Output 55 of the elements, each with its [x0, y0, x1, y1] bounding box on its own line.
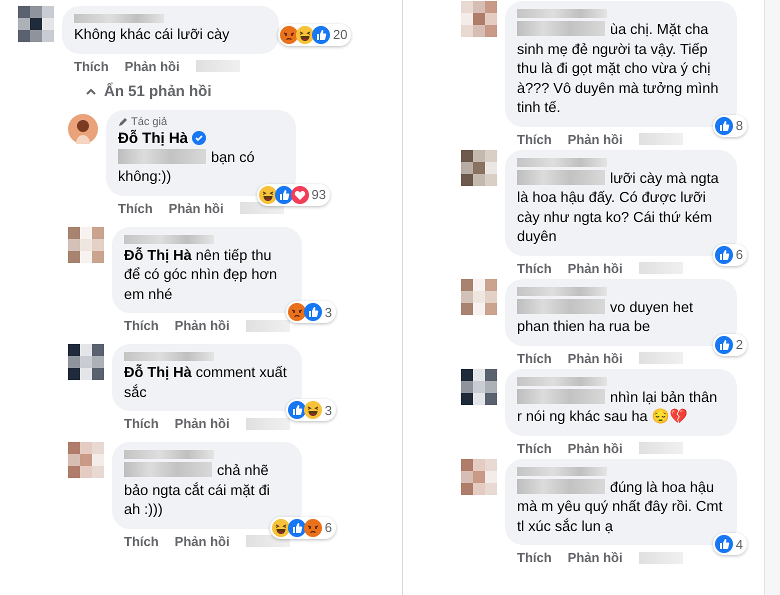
blurred-timestamp [638, 552, 683, 564]
comment-action-link[interactable]: Phản hồi [568, 260, 623, 276]
reaction-summary[interactable]: 3 [286, 301, 336, 323]
comment-action-link[interactable]: Phản hồi [174, 318, 230, 333]
blurred-avatar[interactable] [18, 6, 54, 42]
blurred-timestamp [196, 60, 240, 72]
comment-action-link[interactable]: Phản hồi [568, 550, 623, 565]
blurred-avatar[interactable] [461, 368, 497, 404]
comment-text: bạn có không:)) [118, 148, 256, 187]
comment-text: Đỗ Thị Hà comment xuất sắc [124, 364, 288, 402]
comment-action-link[interactable]: Phản hồi [174, 416, 230, 431]
hide-replies-link[interactable]: Ẩn 51 phản hồi [86, 82, 212, 100]
reaction-summary[interactable]: 4 [712, 533, 747, 555]
pencil-icon [118, 116, 128, 126]
reaction-summary[interactable]: 8 [712, 114, 747, 136]
reaction-summary[interactable]: 2 [712, 334, 747, 356]
author-label: Tác giả [118, 116, 284, 128]
comment-action-link[interactable]: Thích [517, 260, 552, 276]
verified-badge-icon [192, 131, 206, 145]
comment-text: Đỗ Thị Hà nên tiếp thu để có góc nhìn đẹp hơn em nhé [124, 246, 278, 304]
blurred-timestamp [246, 320, 290, 332]
author-name[interactable]: Đỗ Thị Hà [118, 128, 284, 148]
comment-text: vo duyen het phan thien ha rua be [517, 298, 694, 337]
reaction-summary[interactable]: 20 [278, 24, 352, 46]
comment-action-link[interactable]: Thích [517, 132, 552, 146]
comment-action-link[interactable]: Phản hồi [568, 132, 623, 146]
comment-action-link[interactable]: Thích [124, 416, 159, 431]
blurred-timestamp [638, 133, 683, 145]
comment-action-link[interactable]: Thích [118, 200, 153, 216]
comment-action-link[interactable]: Thích [74, 58, 109, 74]
reaction-summary[interactable]: 6 [712, 244, 747, 266]
blurred-timestamp [638, 442, 683, 454]
comment-action-link[interactable]: Phản hồi [174, 534, 230, 548]
comment-action-link[interactable]: Thích [517, 350, 552, 366]
chevron-up-icon [86, 88, 96, 94]
blurred-timestamp [246, 418, 290, 430]
blurred-timestamp [638, 352, 683, 364]
comment-action-link[interactable]: Thích [124, 318, 159, 333]
comment-text: chả nhẽ bảo ngta cắt cái mặt đi ah :))) [124, 462, 271, 520]
reaction-summary[interactable]: 3 [286, 399, 336, 421]
blurred-avatar[interactable] [68, 344, 104, 380]
comment-action-link[interactable]: Thích [517, 550, 552, 565]
avatar[interactable] [68, 114, 98, 144]
comment-text: nhìn lại bản thân r nói ng khác sau ha 😔💔 [517, 388, 718, 427]
blurred-timestamp [638, 262, 683, 274]
comment-action-link[interactable]: Phản hồi [568, 350, 623, 366]
reaction-summary[interactable]: 6 [270, 516, 336, 538]
comment-text: Không khác cái lưỡi cày [74, 26, 230, 45]
comment-action-link[interactable]: Thích [124, 534, 159, 548]
comment-action-link[interactable]: Phản hồi [168, 200, 224, 216]
comment-action-link[interactable]: Phản hồi [124, 58, 180, 74]
comment-action-link[interactable]: Phản hồi [568, 440, 623, 456]
blurred-avatar[interactable] [461, 150, 497, 186]
comment-action-link[interactable]: Thích [517, 440, 552, 456]
reaction-summary[interactable]: 93 [256, 184, 330, 206]
